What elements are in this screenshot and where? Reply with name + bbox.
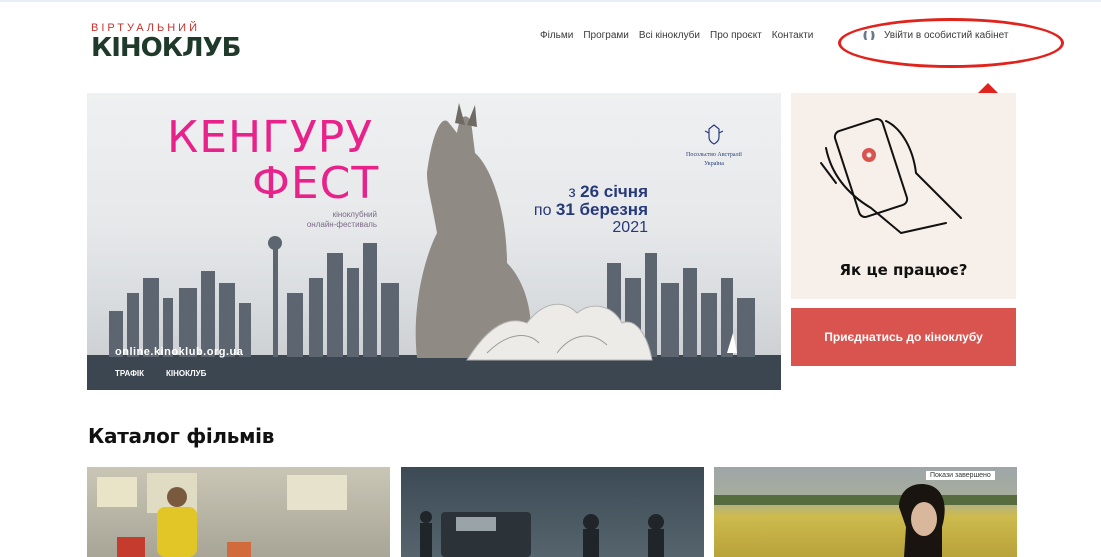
film-card-1[interactable] [87, 467, 390, 557]
embassy-logo: Посольство Австралії Україна [674, 123, 754, 169]
banner-title-line1: КЕНГУРУ [167, 112, 374, 163]
banner-subtitle: кіноклубний онлайн-фестиваль [267, 210, 377, 230]
partner-logo-kinoklub: КІНОКЛУБ [166, 369, 207, 378]
partner-logo-trafik: ТРАФІК [115, 369, 145, 378]
embassy-line2: Україна [704, 161, 724, 167]
nav-item-about[interactable]: Про проєкт [710, 30, 762, 41]
how-it-works-title: Як це працює? [839, 261, 968, 279]
site-logo[interactable]: ВІРТУАЛЬНИЙ КІНОКЛУБ [91, 22, 241, 62]
festival-banner[interactable]: КЕНГУРУ ФЕСТ кіноклубний онлайн-фестивал… [87, 93, 781, 390]
highlight-oval [838, 18, 1064, 68]
dates-from-prefix: з [568, 184, 576, 201]
nav-item-films[interactable]: Фільми [540, 30, 573, 41]
crest-icon [704, 124, 724, 145]
banner-partner-logos: ТРАФІК КІНОКЛУБ [115, 369, 206, 378]
catalog-title: Каталог фільмів [88, 424, 275, 448]
film-poster-image [420, 511, 664, 557]
film-poster-image [97, 473, 347, 557]
dates-from: 26 січня [580, 182, 648, 201]
phone-in-hands-icon [820, 118, 962, 234]
logo-line2: КІНОКЛУБ [91, 33, 241, 63]
nav-item-contacts[interactable]: Контакти [772, 30, 814, 41]
main-nav: Фільми Програми Всі кіноклуби Про проєкт… [540, 30, 813, 41]
film-card-3[interactable] [714, 467, 1017, 557]
banner-url: online.kinoklub.org.ua [115, 346, 244, 358]
nav-item-programs[interactable]: Програми [583, 30, 629, 41]
banner-title-line2: ФЕСТ [252, 158, 380, 209]
film-card-2[interactable] [401, 467, 704, 557]
embassy-line1: Посольство Австралії [686, 152, 742, 158]
dates-to-prefix: по [533, 202, 552, 219]
top-border [0, 0, 1101, 2]
banner-subtitle-line2: онлайн-фестиваль [306, 220, 377, 229]
banner-dates: з 26 січня по 31 березня 2021 [534, 183, 648, 236]
dates-to: 31 березня [555, 200, 648, 219]
nav-item-all-clubs[interactable]: Всі кіноклуби [639, 30, 700, 41]
how-it-works-card[interactable]: Як це працює? [791, 93, 1016, 299]
banner-subtitle-line1: кіноклубний [332, 210, 377, 219]
status-badge: Покази завершено [926, 471, 995, 480]
film-poster-image [714, 483, 1017, 557]
join-club-button[interactable]: Приєднатись до кіноклубу [791, 308, 1016, 366]
banner-year: 2021 [612, 219, 648, 236]
